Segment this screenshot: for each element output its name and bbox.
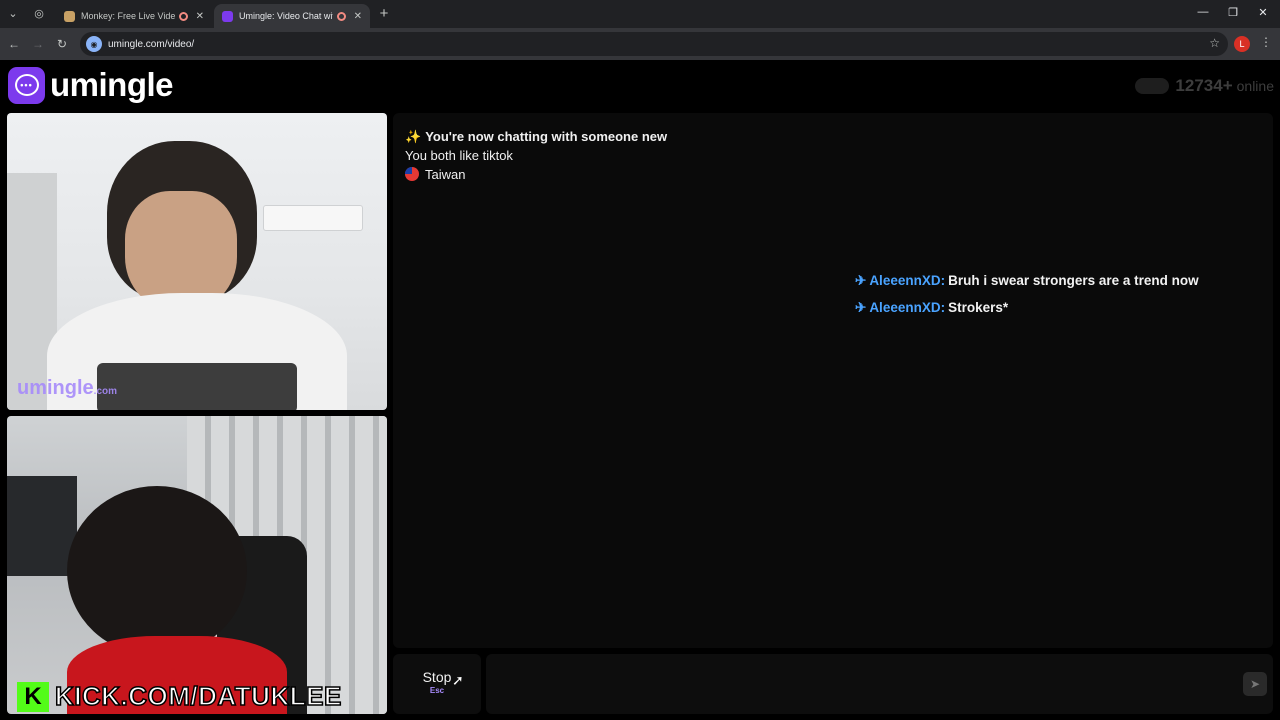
profile-avatar[interactable]: L (1234, 36, 1250, 52)
message-text: Bruh i swear strongers are a trend now (948, 273, 1199, 288)
kick-watermark: K KICK.COM/DATUKLEE (17, 680, 342, 712)
kick-logo-icon: K (17, 681, 49, 712)
message-input[interactable] (486, 654, 1273, 714)
umingle-page: ••• umingle 12734+ online umingle.com K … (0, 60, 1280, 720)
air-conditioner (263, 205, 363, 231)
self-video: K KICK.COM/DATUKLEE (7, 416, 387, 714)
online-indicator: 12734+ online (1135, 76, 1274, 96)
tab-title: Monkey: Free Live Video Chat (81, 11, 175, 21)
restore-icon[interactable]: ❐ (1226, 6, 1240, 19)
chat-controls: Stop Esc ➤ (393, 654, 1273, 714)
reload-icon[interactable]: ↻ (54, 36, 70, 52)
nick-badge-icon: ✈ (855, 273, 867, 288)
address-bar[interactable]: ◉ umingle.com/video/ ☆ (80, 32, 1228, 56)
message-nick: AleeennXD: (869, 300, 946, 315)
send-icon[interactable]: ➤ (1243, 672, 1267, 696)
stop-shortcut: Esc (429, 686, 445, 695)
chat-bubble-logo-icon: ••• (8, 66, 45, 104)
monitor (7, 476, 77, 576)
stranger-video: umingle.com (7, 113, 387, 410)
browser-toolbar: ← → ↻ ◉ umingle.com/video/ ☆ L ⋮ (0, 28, 1280, 60)
browser-tabstrip: ⌄ ◎ Monkey: Free Live Video Chat ✕ Uming… (0, 0, 1280, 28)
system-message: ✨ You're now chatting with someone new (405, 129, 668, 144)
shirt-graphic (97, 363, 297, 410)
system-message: You both like tiktok (405, 148, 513, 163)
recording-icon (336, 11, 346, 21)
tab-close-icon[interactable]: ✕ (196, 11, 204, 22)
close-window-icon[interactable]: ✕ (1256, 6, 1270, 19)
browser-menu-icon[interactable]: ⋮ (1260, 35, 1272, 49)
kick-channel-text: KICK.COM/DATUKLEE (54, 680, 342, 712)
online-toggle[interactable] (1135, 78, 1170, 94)
url-text: umingle.com/video/ (108, 38, 195, 50)
umingle-watermark: umingle.com (17, 377, 118, 399)
back-icon[interactable]: ← (6, 36, 22, 52)
tab-umingle[interactable]: Umingle: Video Chat with Strangers ✕ (214, 4, 370, 28)
forward-icon[interactable]: → (30, 36, 46, 52)
umingle-logo[interactable]: ••• umingle (8, 66, 174, 104)
sparkles-icon: ✨ (405, 129, 422, 144)
tab-search-icon[interactable]: ⌄ (4, 5, 22, 23)
online-label: online (1236, 78, 1274, 94)
chat-message: ✈ AleeennXD: Bruh i swear strongers are a … (855, 273, 1199, 289)
message-nick: AleeennXD: (869, 273, 946, 288)
chat-panel: ✨ You're now chatting with someone new Yo… (393, 113, 1273, 648)
extensions-icon[interactable]: ◎ (30, 5, 48, 23)
taiwan-flag-icon (405, 167, 419, 181)
monkey-favicon-icon (64, 10, 75, 22)
mouse-cursor-icon: ➚ (452, 672, 464, 688)
nick-badge-icon: ✈ (855, 300, 867, 315)
self-hair (67, 486, 247, 656)
umingle-favicon-icon (222, 10, 233, 22)
minimize-icon[interactable]: — (1196, 6, 1210, 18)
new-tab-button[interactable]: + (375, 5, 393, 23)
site-info-icon[interactable]: ◉ (86, 36, 102, 52)
tab-title: Umingle: Video Chat with Strangers (239, 11, 333, 21)
stop-label: Stop (422, 669, 452, 685)
bookmark-star-icon[interactable]: ☆ (1209, 36, 1220, 50)
stop-button[interactable]: Stop Esc (393, 654, 481, 714)
chat-message: ✈ AleeennXD: Strokers* (855, 300, 1008, 316)
logo-text: umingle (50, 66, 174, 103)
online-count: 12734+ (1175, 76, 1233, 95)
message-text: Strokers* (948, 300, 1009, 315)
tab-monkey[interactable]: Monkey: Free Live Video Chat ✕ (56, 4, 212, 28)
system-message: Taiwan (405, 167, 465, 182)
recording-icon (178, 11, 188, 21)
tab-close-icon[interactable]: ✕ (354, 11, 362, 22)
